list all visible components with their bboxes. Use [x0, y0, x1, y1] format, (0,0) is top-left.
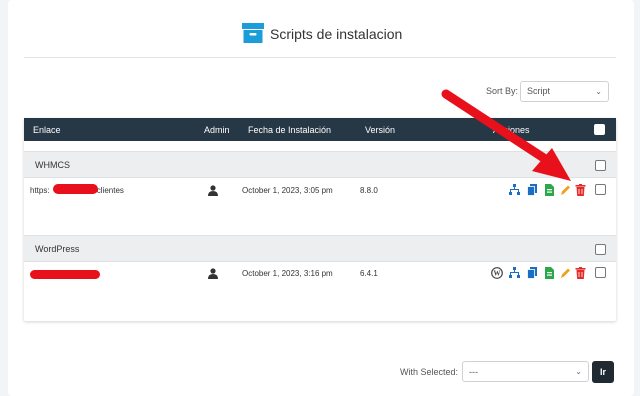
group-header-whmcs: WHMCS — [24, 151, 616, 178]
select-all-checkbox[interactable] — [594, 124, 605, 135]
pencil-icon[interactable] — [560, 267, 571, 279]
install-version: 6.4.1 — [360, 269, 378, 278]
header-date: Fecha de Instalación — [248, 125, 332, 135]
pencil-icon[interactable] — [560, 184, 571, 196]
copy-icon[interactable] — [527, 184, 538, 196]
install-date: October 1, 2023, 3:05 pm — [242, 186, 333, 195]
header-actions: Acciones — [493, 125, 530, 135]
table-header: Enlace Admin Fecha de Instalación Versió… — [24, 118, 616, 141]
chevron-down-icon: ⌄ — [595, 87, 602, 96]
install-date: October 1, 2023, 3:16 pm — [242, 269, 333, 278]
with-selected-label: With Selected: — [400, 367, 459, 377]
sitemap-icon[interactable] — [509, 267, 520, 279]
with-selected-select[interactable]: --- ⌄ — [462, 361, 589, 382]
sort-by-label: Sort By: — [486, 86, 519, 96]
user-icon — [208, 268, 218, 279]
redaction-mark — [30, 270, 100, 279]
archive-icon — [242, 23, 264, 43]
link-prefix: https: — [30, 186, 50, 195]
sort-by-value: Script — [527, 86, 551, 96]
chevron-down-icon: ⌄ — [575, 367, 582, 376]
sort-by-select[interactable]: Script ⌄ — [520, 81, 609, 102]
group-name: WordPress — [35, 244, 80, 254]
page-header: Scripts de instalacion — [0, 18, 640, 50]
table-row: https: /clientes October 1, 2023, 3:05 pm… — [24, 178, 616, 206]
file-export-icon[interactable] — [544, 267, 555, 279]
link-suffix: /clientes — [94, 186, 124, 195]
divider — [24, 57, 616, 58]
redaction-mark — [53, 184, 98, 194]
sitemap-icon[interactable] — [509, 184, 520, 196]
trash-icon[interactable] — [575, 267, 586, 279]
user-icon — [208, 185, 218, 196]
header-version: Versión — [365, 125, 396, 135]
page-title: Scripts de instalacion — [270, 26, 403, 42]
group-checkbox[interactable] — [595, 244, 606, 255]
group-checkbox[interactable] — [595, 160, 606, 171]
file-export-icon[interactable] — [544, 184, 555, 196]
group-name: WHMCS — [35, 160, 70, 170]
svg-text:W: W — [494, 270, 501, 278]
row-checkbox[interactable] — [595, 184, 606, 195]
installations-table: Enlace Admin Fecha de Instalación Versió… — [24, 118, 616, 321]
install-version: 8.8.0 — [360, 186, 378, 195]
row-checkbox[interactable] — [595, 267, 606, 278]
trash-icon[interactable] — [575, 184, 586, 196]
group-header-wordpress: WordPress — [24, 235, 616, 262]
header-link: Enlace — [33, 125, 61, 135]
copy-icon[interactable] — [527, 267, 538, 279]
table-row: October 1, 2023, 3:16 pm 6.4.1 W — [24, 261, 616, 289]
with-selected-value: --- — [469, 367, 478, 377]
wordpress-icon[interactable]: W — [491, 267, 503, 279]
go-button[interactable]: Ir — [592, 361, 614, 383]
header-admin: Admin — [204, 125, 230, 135]
